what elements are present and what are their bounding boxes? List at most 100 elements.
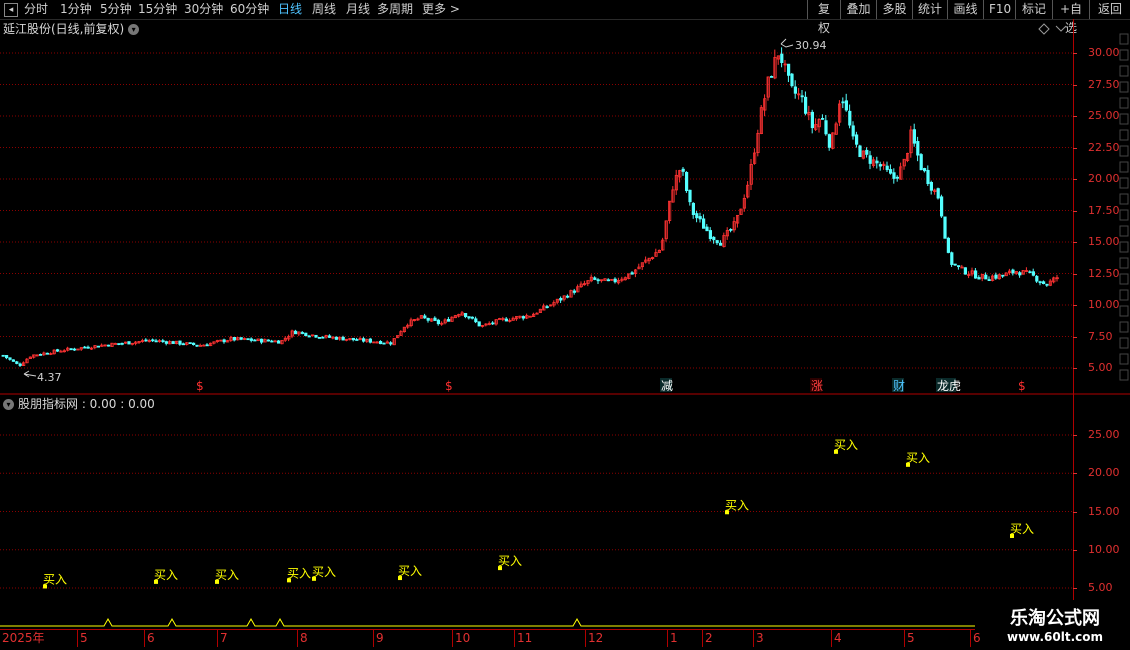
candle xyxy=(749,158,753,190)
candle xyxy=(1045,283,1049,287)
date-tick-mark xyxy=(831,629,832,647)
candle xyxy=(73,347,77,351)
candle xyxy=(875,156,879,169)
side-tab-mark xyxy=(1119,177,1129,189)
candle xyxy=(222,338,226,344)
candle xyxy=(205,343,209,347)
date-tick-mark xyxy=(585,629,586,647)
period-tab-5[interactable]: 60分钟 xyxy=(230,2,269,17)
price-tick: 7.50 xyxy=(1088,329,1113,343)
candle xyxy=(579,281,583,289)
toolbar-button-3[interactable]: 统计 xyxy=(912,0,947,19)
chevron-down-icon[interactable] xyxy=(1055,25,1067,32)
toolbar-button-1[interactable]: 叠加 xyxy=(840,0,876,19)
price-axis: 30.00 27.50 25.00 22.50 20.00 17.50 15.00 12.50… xyxy=(1073,19,1120,395)
back-arrow-icon[interactable]: ◂ xyxy=(4,3,18,17)
candle xyxy=(270,339,274,343)
candle xyxy=(11,359,15,362)
side-tab-mark xyxy=(1119,289,1129,301)
toolbar-button-7[interactable]: +自选 xyxy=(1052,0,1089,35)
side-tab-mark xyxy=(1119,273,1129,285)
date-tick-mark xyxy=(514,629,515,647)
candle xyxy=(5,355,9,360)
event-marker[interactable]: $ xyxy=(1018,379,1026,393)
low-price-label: 4.37 xyxy=(37,371,62,384)
candle xyxy=(834,121,838,135)
toolbar-button-2[interactable]: 多股 xyxy=(876,0,912,19)
candle xyxy=(327,334,332,338)
date-tick-mark xyxy=(373,629,374,647)
candle xyxy=(787,63,791,83)
candle xyxy=(1038,280,1042,286)
period-tab-1[interactable]: 1分钟 xyxy=(60,2,92,17)
event-marker[interactable]: 涨 xyxy=(811,378,823,393)
indicator-tick-mark xyxy=(1073,588,1077,589)
candle xyxy=(933,188,937,195)
candle xyxy=(1011,268,1015,276)
period-tab-4[interactable]: 30分钟 xyxy=(184,2,223,17)
indicator-tick: 15.00 xyxy=(1088,504,1120,518)
high-pointer xyxy=(780,38,794,48)
candle xyxy=(382,342,386,345)
toolbar-button-4[interactable]: 画线 xyxy=(947,0,983,19)
candle xyxy=(654,248,658,257)
period-tab-3[interactable]: 15分钟 xyxy=(138,2,177,17)
period-tab-8[interactable]: 月线 xyxy=(346,2,370,17)
side-tab-mark xyxy=(1119,209,1129,221)
event-marker[interactable]: 减 xyxy=(661,379,673,393)
period-tab-2[interactable]: 5分钟 xyxy=(100,2,132,17)
candle xyxy=(528,315,532,318)
event-marker[interactable]: 龙虎 xyxy=(937,379,961,393)
candle xyxy=(773,49,777,80)
candle xyxy=(423,313,427,319)
candle xyxy=(130,342,134,346)
candle xyxy=(113,342,117,345)
candle xyxy=(909,125,913,158)
signal-line xyxy=(0,617,975,627)
candle xyxy=(215,339,219,344)
toolbar-button-8[interactable]: 返回 xyxy=(1089,0,1130,19)
candle xyxy=(797,88,801,100)
period-tab-6[interactable]: 日线 xyxy=(278,2,302,17)
toolbar-button-6[interactable]: 标记 xyxy=(1015,0,1052,19)
candle xyxy=(1018,271,1022,278)
candle xyxy=(45,352,50,355)
indicator-chart[interactable]: 买入 买入 买入 买入 买入 买入买入买入买入买入买入 xyxy=(0,395,1130,630)
event-marker[interactable]: $ xyxy=(445,379,453,393)
candle xyxy=(661,237,665,251)
toolbar-button-0[interactable]: 复权 xyxy=(807,0,840,35)
candle xyxy=(76,348,80,351)
period-tab-9[interactable]: 多周期 xyxy=(377,2,413,17)
candle xyxy=(446,316,451,322)
candle xyxy=(79,347,83,351)
candle xyxy=(889,164,893,175)
candle xyxy=(59,349,63,353)
date-tick-mark xyxy=(217,629,218,647)
side-tab-mark xyxy=(1119,321,1129,333)
event-marker[interactable]: 财 xyxy=(893,379,905,393)
candle xyxy=(827,133,832,151)
candle xyxy=(865,147,869,158)
toolbar-button-5[interactable]: F10 xyxy=(983,0,1015,19)
candlestick-chart[interactable]: 30.94 4.37 $ $ 减 涨 财 龙虎 $ xyxy=(0,19,1130,395)
candle xyxy=(147,338,151,343)
candle xyxy=(855,131,859,148)
candle xyxy=(463,313,468,319)
event-marker[interactable]: $ xyxy=(196,379,204,393)
date-tick-mark xyxy=(667,629,668,647)
date-label: 11 xyxy=(517,631,533,645)
period-tab-10[interactable]: 更多 > xyxy=(422,2,460,17)
candle xyxy=(174,340,179,345)
candle xyxy=(242,337,247,341)
side-tab-mark xyxy=(1119,305,1129,317)
candle xyxy=(844,93,849,112)
period-tab-0[interactable]: 分时 xyxy=(24,2,48,17)
price-tick: 17.50 xyxy=(1088,203,1120,217)
date-label: 6 xyxy=(147,631,155,645)
candle xyxy=(259,338,264,345)
candle xyxy=(202,344,206,347)
candle xyxy=(783,60,787,72)
period-tab-7[interactable]: 周线 xyxy=(312,2,336,17)
diamond-icon[interactable] xyxy=(1038,23,1050,35)
date-label: 2 xyxy=(705,631,713,645)
